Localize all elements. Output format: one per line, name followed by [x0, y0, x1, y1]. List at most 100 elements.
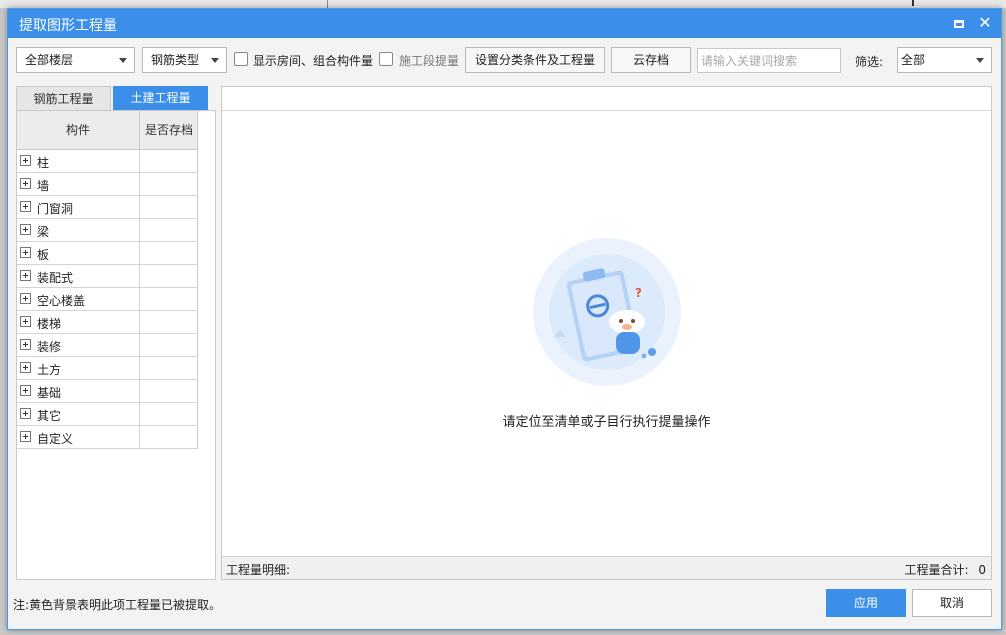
column-header-archived: 是否存档 — [144, 123, 193, 137]
expand-plus-icon[interactable] — [20, 362, 31, 373]
filter-select-value: 全部 — [901, 53, 926, 67]
tree-row[interactable]: 装修 — [17, 334, 198, 357]
tree-rows: 柱墙门窗洞梁板装配式空心楼盖楼梯装修土方基础其它自定义 — [17, 150, 198, 449]
total-quantity: 工程量合计: 0 — [904, 561, 986, 578]
chevron-down-icon — [211, 58, 219, 63]
detail-footer: 工程量明细: 工程量合计: 0 — [222, 556, 991, 579]
extract-quantities-dialog: 提取图形工程量 ✕ 全部楼层 钢筋类型 显示房间、组合构件量 施工段提量 设置分… — [7, 8, 1002, 630]
tree-row[interactable]: 柱 — [17, 150, 198, 173]
tree-row[interactable]: 土方 — [17, 357, 198, 380]
expand-plus-icon[interactable] — [20, 339, 31, 350]
tree-row-label: 墙 — [37, 179, 50, 193]
background-window-strip — [0, 0, 1006, 8]
tab-rebar-quantity[interactable]: 钢筋工程量 — [16, 86, 111, 111]
component-tree-panel: 构件 是否存档 柱墙门窗洞梁板装配式空心楼盖楼梯装修土方基础其它自定义 — [16, 110, 216, 580]
expand-plus-icon[interactable] — [20, 408, 31, 419]
tree-row-label: 板 — [37, 248, 50, 262]
tree-row[interactable]: 自定义 — [17, 426, 198, 449]
chevron-down-icon — [119, 58, 127, 63]
rebar-type-select[interactable]: 钢筋类型 — [142, 47, 227, 73]
total-label: 工程量合计: — [904, 563, 969, 577]
tree-row-label: 装修 — [37, 340, 62, 354]
tree-row-component-cell: 装配式 — [17, 265, 140, 287]
tree-row-component-cell: 楼梯 — [17, 311, 140, 333]
tree-row-component-cell: 柱 — [17, 150, 140, 172]
tree-row-component-cell: 自定义 — [17, 426, 140, 448]
tree-row-component-cell: 门窗洞 — [17, 196, 140, 218]
tree-row-label: 空心楼盖 — [37, 294, 86, 308]
expand-plus-icon[interactable] — [20, 201, 31, 212]
detail-header-band — [222, 87, 991, 111]
expand-plus-icon[interactable] — [20, 224, 31, 235]
maximize-icon — [954, 19, 964, 28]
filter-label: 筛选: — [855, 55, 884, 69]
background-glyph — [912, 0, 914, 6]
quantity-detail-panel: ? 请定位至清单或子目行执行提量操作 工程量明细: 工程量合计: 0 — [221, 86, 992, 580]
tree-row-component-cell: 其它 — [17, 403, 140, 425]
expand-plus-icon[interactable] — [20, 178, 31, 189]
expand-plus-icon[interactable] — [20, 431, 31, 442]
detail-label: 工程量明细: — [226, 563, 291, 577]
chevron-down-icon — [976, 58, 984, 63]
tree-row[interactable]: 墙 — [17, 173, 198, 196]
expand-plus-icon[interactable] — [20, 247, 31, 258]
svg-text:?: ? — [635, 286, 642, 300]
empty-state-illustration: ? — [533, 238, 681, 386]
tree-row[interactable]: 装配式 — [17, 265, 198, 288]
show-rooms-label: 显示房间、组合构件量 — [253, 54, 374, 68]
stage-label: 施工段提量 — [399, 54, 460, 68]
filter-select[interactable]: 全部 — [897, 47, 992, 73]
tree-row-component-cell: 空心楼盖 — [17, 288, 140, 310]
tree-row-label: 自定义 — [37, 432, 74, 446]
cancel-button[interactable]: 取消 — [912, 589, 992, 617]
tree-row-label: 土方 — [37, 363, 62, 377]
tree-row[interactable]: 空心楼盖 — [17, 288, 198, 311]
floor-select-value: 全部楼层 — [25, 53, 74, 67]
tree-row-label: 门窗洞 — [37, 202, 74, 216]
tree-row-component-cell: 梁 — [17, 219, 140, 241]
search-input[interactable] — [697, 48, 841, 73]
tree-row-label: 其它 — [37, 409, 62, 423]
dialog-title: 提取图形工程量 — [19, 18, 117, 34]
expand-plus-icon[interactable] — [20, 270, 31, 281]
tab-civil-quantity[interactable]: 土建工程量 — [113, 86, 208, 111]
total-value: 0 — [978, 563, 986, 577]
expand-plus-icon[interactable] — [20, 316, 31, 327]
floor-select[interactable]: 全部楼层 — [16, 47, 135, 73]
tree-row[interactable]: 门窗洞 — [17, 196, 198, 219]
toolbar: 全部楼层 钢筋类型 显示房间、组合构件量 施工段提量 设置分类条件及工程量 云存… — [8, 47, 1001, 75]
tree-row-component-cell: 土方 — [17, 357, 140, 379]
tree-row-component-cell: 基础 — [17, 380, 140, 402]
footer-note: 注:黄色背景表明此项工程量已被提取。 — [13, 598, 222, 612]
empty-state-message: 请定位至清单或子目行执行提量操作 — [502, 415, 711, 430]
set-conditions-button[interactable]: 设置分类条件及工程量 — [465, 47, 605, 73]
cloud-archive-button[interactable]: 云存档 — [611, 47, 691, 73]
tree-row-component-cell: 板 — [17, 242, 140, 264]
expand-plus-icon[interactable] — [20, 293, 31, 304]
tree-row-label: 梁 — [37, 225, 50, 239]
background-divider — [327, 0, 328, 8]
tree-row[interactable]: 其它 — [17, 403, 198, 426]
tree-row[interactable]: 梁 — [17, 219, 198, 242]
close-icon: ✕ — [978, 13, 992, 32]
column-header-component: 构件 — [17, 111, 140, 150]
tree-row-label: 柱 — [37, 156, 50, 170]
maximize-button[interactable] — [948, 12, 970, 34]
tree-header: 构件 是否存档 — [17, 111, 198, 150]
tree-row-component-cell: 装修 — [17, 334, 140, 356]
expand-plus-icon[interactable] — [20, 385, 31, 396]
tree-row[interactable]: 基础 — [17, 380, 198, 403]
show-rooms-checkbox[interactable] — [234, 52, 248, 66]
stage-checkbox[interactable] — [379, 52, 393, 66]
close-button[interactable]: ✕ — [974, 12, 996, 34]
apply-button[interactable]: 应用 — [826, 589, 906, 617]
tree-row[interactable]: 板 — [17, 242, 198, 265]
tree-row-component-cell: 墙 — [17, 173, 140, 195]
title-bar: 提取图形工程量 ✕ — [8, 9, 1001, 38]
tree-row-label: 装配式 — [37, 271, 74, 285]
tree-row-label: 楼梯 — [37, 317, 62, 331]
rebar-type-select-value: 钢筋类型 — [151, 53, 200, 67]
tree-row[interactable]: 楼梯 — [17, 311, 198, 334]
tree-row-label: 基础 — [37, 386, 62, 400]
expand-plus-icon[interactable] — [20, 155, 31, 166]
